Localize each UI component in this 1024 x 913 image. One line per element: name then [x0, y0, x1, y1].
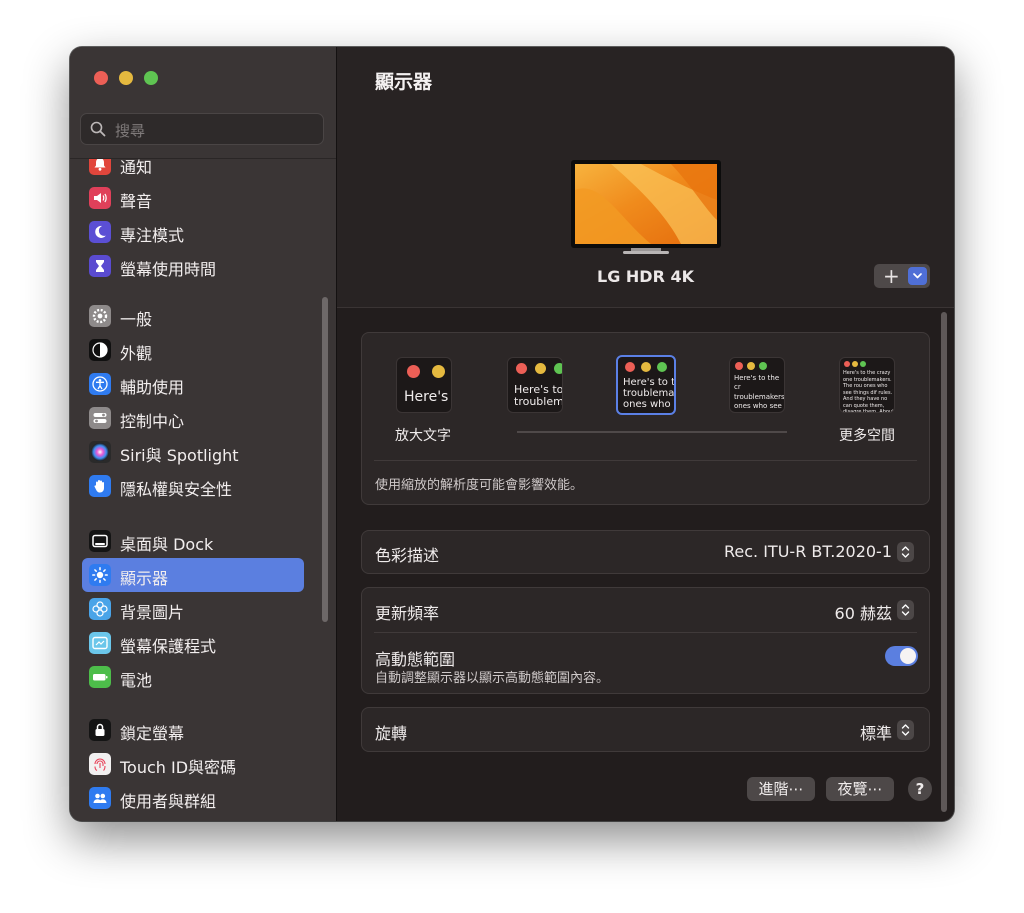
sidebar-item-accessibility[interactable]: 輔助使用: [82, 367, 304, 401]
sidebar-item-sound[interactable]: 聲音: [82, 181, 304, 215]
hdr-toggle[interactable]: [885, 646, 918, 666]
color-profile-label: 色彩描述: [375, 546, 440, 565]
zoom-button[interactable]: [144, 71, 158, 85]
resolution-note: 使用縮放的解析度可能會影響效能。: [375, 478, 584, 493]
sidebar-item-general[interactable]: 一般: [82, 299, 304, 333]
toggle-knob: [900, 648, 916, 664]
resolution-panel: Here's Here's to troublem Here's to t tr…: [361, 332, 930, 505]
users-icon: [89, 787, 111, 809]
sidebar-item-focus[interactable]: 專注模式: [82, 215, 304, 249]
sidebar-item-displays[interactable]: 顯示器: [82, 558, 304, 592]
sidebar-item-battery[interactable]: 電池: [82, 660, 304, 694]
rotation-value[interactable]: 標準: [860, 720, 892, 744]
refresh-rate-label: 更新頻率: [375, 604, 440, 623]
sidebar-list: 通知 聲音 專注模式 螢幕使用時間 一般 外觀 輔助使用 控制中心 Siri與 …: [70, 159, 336, 821]
sidebar-item-privacy[interactable]: 隱私權與安全性: [82, 469, 304, 503]
sidebar-item-siri-spotlight[interactable]: Siri與 Spotlight: [82, 435, 304, 469]
accessibility-icon: [89, 373, 111, 395]
resolution-option-4[interactable]: Here's to the cr troublemakers. ones who…: [729, 357, 785, 413]
search-field[interactable]: 搜尋: [80, 113, 324, 145]
resolution-divider: [374, 460, 917, 461]
sidebar-item-users-groups[interactable]: 使用者與群組: [82, 781, 304, 815]
page-title: 顯示器: [375, 71, 433, 93]
system-settings-window: 搜尋 通知 聲音 專注模式 螢幕使用時間 一般 外觀 輔助使用 控制中心 Sir…: [70, 47, 954, 821]
brightness-icon: [89, 564, 111, 586]
gear-icon: [89, 305, 111, 327]
monitor-name: LG HDR 4K: [597, 267, 694, 286]
hourglass-icon: [89, 255, 111, 277]
sidebar-item-appearance[interactable]: 外觀: [82, 333, 304, 367]
search-placeholder: 搜尋: [115, 122, 146, 140]
chevron-down-icon[interactable]: [908, 267, 927, 285]
sidebar-item-desktop-dock[interactable]: 桌面與 Dock: [82, 524, 304, 558]
lock-icon: [89, 719, 111, 741]
hdr-description: 自動調整顯示器以顯示高動態範圍內容。: [375, 671, 610, 686]
sidebar-item-notifications[interactable]: 通知: [82, 159, 304, 181]
minimize-button[interactable]: [119, 71, 133, 85]
appearance-icon: [89, 339, 111, 361]
color-profile-popup-icon[interactable]: [897, 542, 914, 562]
refresh-rate-popup-icon[interactable]: [897, 600, 914, 620]
resolution-option-default[interactable]: Here's to t troublema ones who: [616, 355, 676, 415]
more-space-label: 更多空間: [839, 428, 895, 444]
add-display-control[interactable]: +: [874, 264, 930, 288]
wallpaper-icon: [89, 598, 111, 620]
refresh-divider: [374, 632, 917, 633]
moon-icon: [89, 221, 111, 243]
battery-icon: [89, 666, 111, 688]
sidebar-item-screen-time[interactable]: 螢幕使用時間: [82, 249, 304, 283]
hand-icon: [89, 475, 111, 497]
rotation-label: 旋轉: [375, 724, 408, 743]
larger-text-label: 放大文字: [395, 428, 451, 444]
dock-icon: [89, 530, 111, 552]
advanced-button[interactable]: 進階⋯: [747, 777, 815, 801]
fingerprint-icon: [89, 753, 111, 775]
screensaver-icon: [89, 632, 111, 654]
close-button[interactable]: [94, 71, 108, 85]
bell-icon: [89, 159, 111, 175]
monitor-image[interactable]: [571, 160, 721, 255]
add-display-button[interactable]: +: [883, 264, 900, 288]
display-header: 顯示器 LG HDR 4K +: [337, 47, 954, 308]
rotation-popup-icon[interactable]: [897, 720, 914, 740]
main-pane: 顯示器 LG HDR 4K + Here's Here's to trouble…: [337, 47, 954, 821]
sidebar-item-lock-screen[interactable]: 鎖定螢幕: [82, 713, 304, 747]
rotation-panel: 旋轉 標準: [361, 707, 930, 752]
night-shift-button[interactable]: 夜覽⋯: [826, 777, 894, 801]
sidebar-item-screensaver[interactable]: 螢幕保護程式: [82, 626, 304, 660]
sidebar-scrollbar[interactable]: [322, 297, 328, 622]
resolution-option-more-space[interactable]: Here's to the crazy one troublemakers. T…: [839, 357, 895, 413]
color-profile-value[interactable]: Rec. ITU-R BT.2020-1: [724, 542, 892, 561]
siri-icon: [89, 441, 111, 463]
resolution-option-larger-text[interactable]: Here's: [396, 357, 452, 413]
search-icon: [90, 121, 106, 137]
sidebar-item-wallpaper[interactable]: 背景圖片: [82, 592, 304, 626]
sidebar-item-touch-id[interactable]: Touch ID與密碼: [82, 747, 304, 781]
color-profile-panel: 色彩描述 Rec. ITU-R BT.2020-1: [361, 530, 930, 574]
resolution-slider-track[interactable]: [517, 431, 787, 433]
refresh-rate-value[interactable]: 60 赫茲: [835, 600, 892, 624]
sidebar: 搜尋 通知 聲音 專注模式 螢幕使用時間 一般 外觀 輔助使用 控制中心 Sir…: [70, 47, 337, 821]
sidebar-item-control-center[interactable]: 控制中心: [82, 401, 304, 435]
help-button[interactable]: ?: [908, 777, 932, 801]
control-center-icon: [89, 407, 111, 429]
refresh-hdr-panel: 更新頻率 60 赫茲 高動態範圍 自動調整顯示器以顯示高動態範圍內容。: [361, 587, 930, 694]
resolution-option-2[interactable]: Here's to troublem: [507, 357, 563, 413]
main-scrollbar[interactable]: [941, 312, 947, 812]
speaker-icon: [89, 187, 111, 209]
